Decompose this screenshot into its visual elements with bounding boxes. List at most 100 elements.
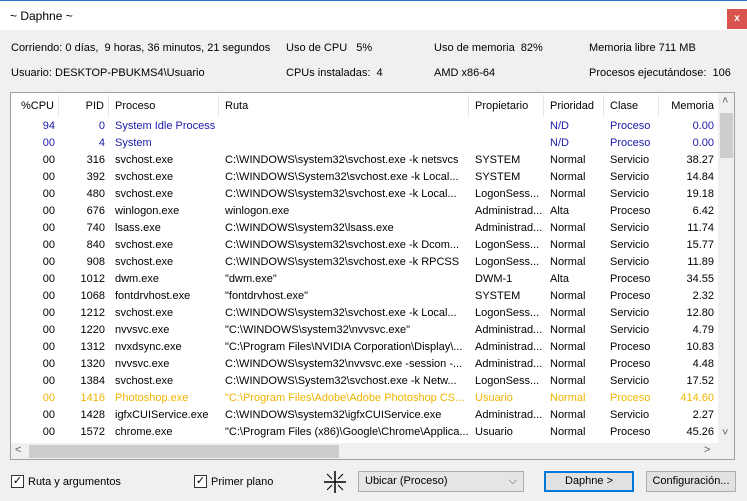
table-row[interactable]: 00 1428 igfxCUIService.exe C:\WINDOWS\syste… [11,407,719,424]
cell-priority: Normal [550,358,586,370]
cell-priority: Normal [550,290,586,302]
cell-priority: Normal [550,171,586,183]
column-header-memory[interactable]: Memoria [659,95,718,117]
cell-mem: 12.80 [686,307,714,319]
cell-path: "C:\Program Files\NVIDIA Corporation\Dis… [225,341,463,353]
daphne-button[interactable]: Daphne > [544,471,634,492]
cell-mem: 0.00 [692,137,714,149]
cell-priority: Alta [550,273,569,285]
cell-class: Proceso [610,273,651,285]
cell-pid: 392 [86,171,105,183]
column-header-path[interactable]: Ruta [219,95,469,117]
cell-mem: 2.32 [692,290,714,302]
table-row[interactable]: 00 316 svchost.exe C:\WINDOWS\system32\svch… [11,152,719,169]
horizontal-scroll-thumb[interactable] [29,445,339,458]
configuration-button[interactable]: Configuración... [646,471,736,492]
checkbox-check-icon[interactable]: ✓ [11,475,24,488]
vertical-scroll-thumb[interactable] [720,113,733,158]
cell-class: Proceso [610,137,651,149]
cell-mem: 414.60 [680,392,714,404]
cell-mem: 11.89 [687,256,714,268]
cell-class: Servicio [610,375,650,387]
table-row[interactable]: 00 1572 chrome.exe "C:\Program Files (x86)\… [11,424,719,441]
cell-name: svchost.exe [115,239,174,251]
cell-mem: 0.00 [692,120,714,132]
table-row[interactable]: 00 1312 nvxdsync.exe "C:\Program Files\NVID… [11,339,719,356]
cell-owner: Usuario [475,392,513,404]
table-row[interactable]: 00 480 svchost.exe C:\WINDOWS\system32\svch… [11,186,719,203]
cell-priority: Normal [550,222,586,234]
table-row[interactable]: 00 4 System N/D Proceso 0.00 [11,135,719,152]
cell-pid: 1220 [80,324,105,336]
horizontal-scrollbar[interactable]: < > [11,443,734,459]
scroll-right-icon[interactable]: > [704,444,710,456]
cell-cpu: 00 [42,188,55,200]
cell-class: Proceso [610,426,651,438]
foreground-checkbox[interactable]: ✓ Primer plano [194,475,273,488]
cell-owner: LogonSess... [475,188,540,200]
cell-class: Proceso [610,205,651,217]
cell-name: lsass.exe [115,222,161,234]
table-row[interactable]: 00 1320 nvvsvc.exe C:\WINDOWS\system32\nvvs… [11,356,719,373]
table-row[interactable]: 94 0 System Idle Process N/D Proceso 0.00 [11,118,719,135]
crosshair-icon[interactable] [324,471,346,493]
scroll-left-icon[interactable]: < [15,444,21,456]
locate-select[interactable]: Ubicar (Proceso) ⌵ [358,471,524,492]
cell-path: C:\WINDOWS\system32\svchost.exe -k RPCSS [225,256,460,268]
scroll-down-icon[interactable]: ˅ [722,427,728,439]
cell-mem: 38.27 [686,154,714,166]
path-args-label: Ruta y argumentos [28,475,121,488]
column-header-process[interactable]: Proceso [109,95,219,117]
column-header-priority[interactable]: Prioridad [544,95,604,117]
table-row[interactable]: 00 740 lsass.exe C:\WINDOWS\system32\lsass.… [11,220,719,237]
column-header-cpu[interactable]: %CPU [11,95,59,117]
cell-name: nvvsvc.exe [115,358,170,370]
table-row[interactable]: 00 392 svchost.exe C:\WINDOWS\System32\svch… [11,169,719,186]
cell-name: winlogon.exe [115,205,180,217]
cell-mem: 4.79 [692,324,714,336]
table-row[interactable]: 00 1068 fontdrvhost.exe "fontdrvhost.exe" SY… [11,288,719,305]
table-row[interactable]: 00 840 svchost.exe C:\WINDOWS\system32\svch… [11,237,719,254]
column-header-pid[interactable]: PID [59,95,109,117]
foreground-label: Primer plano [211,475,274,488]
table-row[interactable]: 00 676 winlogon.exe winlogon.exe Administrad… [11,203,719,220]
column-header-owner[interactable]: Propietario [469,95,544,117]
table-row[interactable]: 00 1012 dwm.exe "dwm.exe" DWM-1 Alta Proceso 34… [11,271,719,288]
column-header-class[interactable]: Clase [604,95,659,117]
cell-class: Servicio [610,222,650,234]
cell-name: fontdrvhost.exe [115,290,191,302]
cell-owner: Administrad... [475,205,543,217]
cell-cpu: 00 [42,273,55,285]
vertical-scrollbar[interactable]: ˄ ˅ [718,93,734,443]
table-row[interactable]: 00 1220 nvvsvc.exe "C:\WINDOWS\system32\nvv… [11,322,719,339]
cell-pid: 676 [86,205,105,217]
cell-path: C:\WINDOWS\System32\svchost.exe -k Netw.… [225,375,457,387]
cell-priority: N/D [550,137,569,149]
table-row[interactable]: 00 1384 svchost.exe C:\WINDOWS\System32\svc… [11,373,719,390]
cell-name: igfxCUIService.exe [115,409,209,421]
memory-usage: Uso de memoria 82% [434,42,543,54]
cell-name: nvvsvc.exe [115,324,170,336]
table-row[interactable]: 00 1416 Photoshop.exe "C:\Program Files\Ado… [11,390,719,407]
cell-pid: 1416 [80,392,105,404]
cell-pid: 1572 [80,426,105,438]
path-args-checkbox[interactable]: ✓ Ruta y argumentos [11,475,121,488]
cell-priority: Normal [550,392,586,404]
cell-mem: 6.42 [692,205,714,217]
cell-owner: Administrad... [475,222,543,234]
cell-path: C:\WINDOWS\system32\igfxCUIService.exe [225,409,442,421]
close-button[interactable]: x [727,9,747,29]
cell-path: C:\WINDOWS\system32\svchost.exe -k Local… [225,307,457,319]
cell-cpu: 00 [42,222,55,234]
process-table[interactable]: %CPU PID Proceso Ruta Propietario Priori… [10,92,735,460]
cell-name: nvxdsync.exe [115,341,182,353]
cell-mem: 45.26 [686,426,714,438]
uptime: Corriendo: 0 días, 9 horas, 36 minutos, … [11,42,271,54]
cell-mem: 15.77 [686,239,714,251]
cell-owner: LogonSess... [475,375,540,387]
table-row[interactable]: 00 908 svchost.exe C:\WINDOWS\system32\svch… [11,254,719,271]
scroll-up-icon[interactable]: ˄ [722,95,728,107]
cell-mem: 4.48 [692,358,714,370]
checkbox-check-icon[interactable]: ✓ [194,475,207,488]
table-row[interactable]: 00 1212 svchost.exe C:\WINDOWS\system32\svc… [11,305,719,322]
